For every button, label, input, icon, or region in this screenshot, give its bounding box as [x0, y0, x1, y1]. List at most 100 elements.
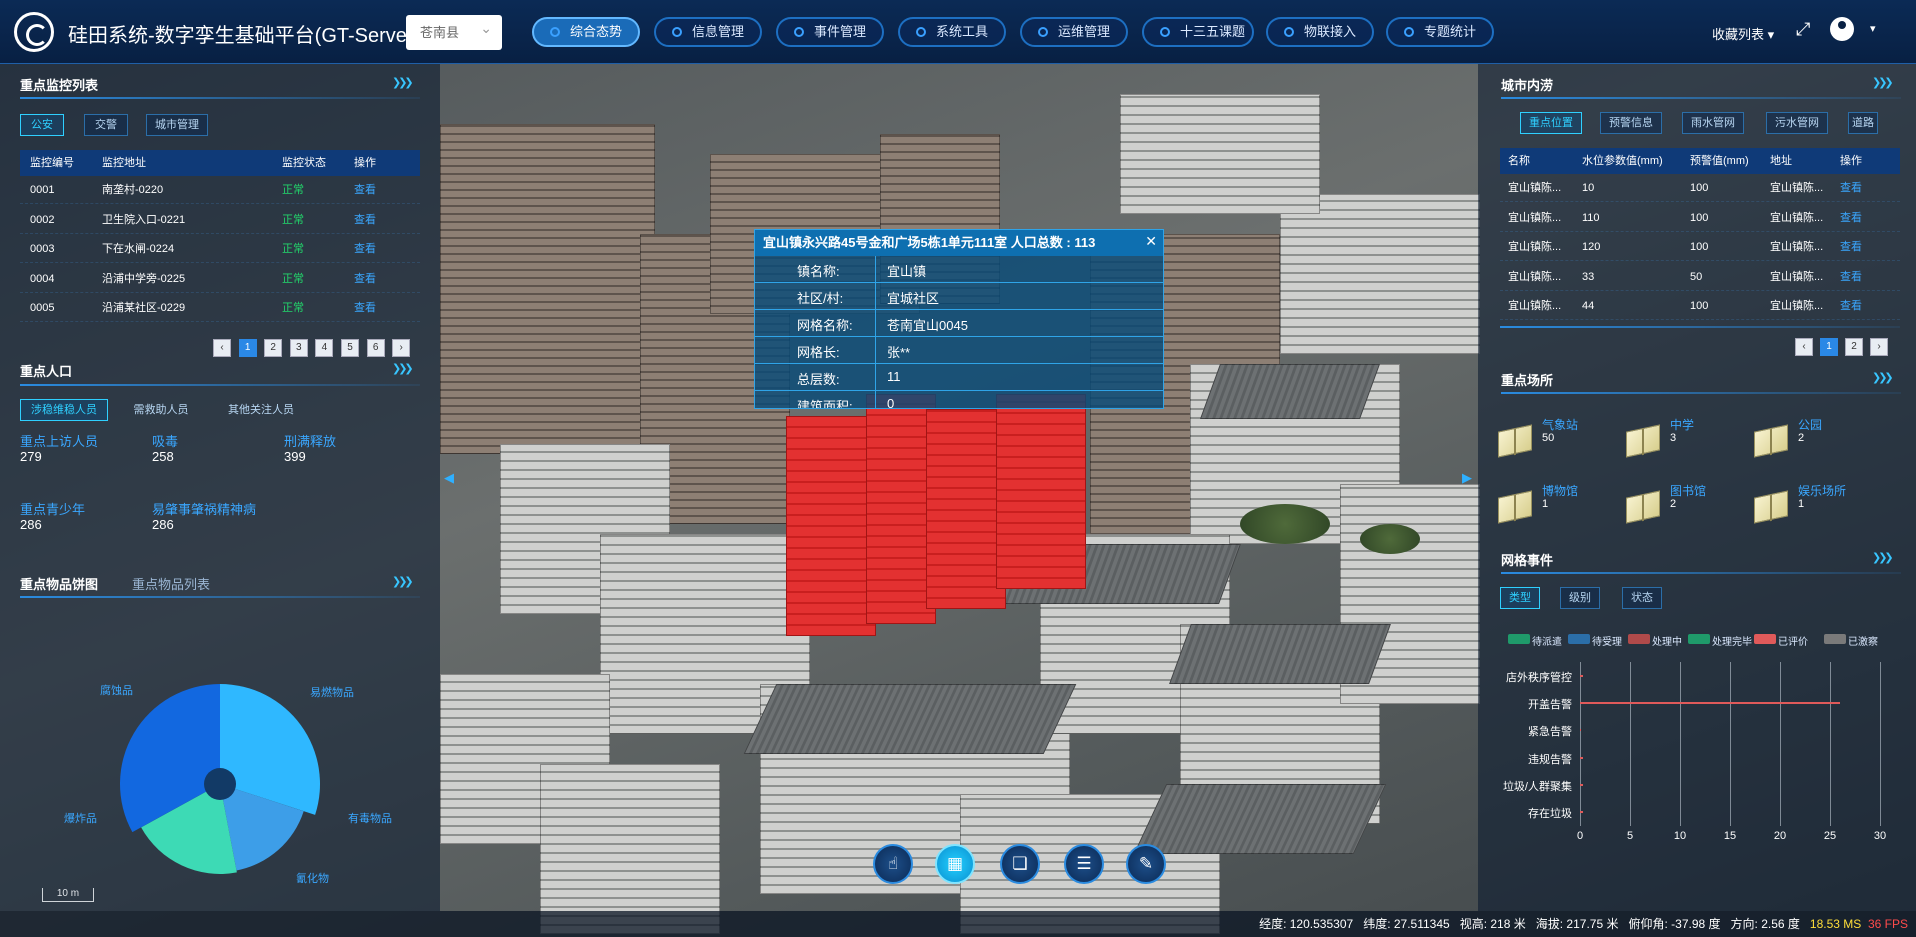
popup-row: 建筑面积: 0	[755, 391, 1163, 408]
place-name[interactable]: 图书馆	[1670, 482, 1706, 499]
tab-rain-pipe[interactable]: 雨水管网	[1682, 112, 1744, 134]
view-link[interactable]: 查看	[1840, 174, 1862, 202]
legend-swatch	[1688, 634, 1710, 644]
close-icon[interactable]: ✕	[1145, 233, 1157, 250]
pie-label: 腐蚀品	[100, 683, 133, 697]
top-bar: 硅田系统-数字孪生基础平台(GT-Server) 苍南县 综合态势 信息管理 事…	[0, 0, 1916, 64]
place-count: 3	[1670, 432, 1677, 444]
highlighted-building[interactable]	[996, 394, 1086, 589]
view-link[interactable]: 查看	[354, 176, 376, 204]
view-link[interactable]: 查看	[354, 235, 376, 263]
place-name[interactable]: 娱乐场所	[1798, 482, 1846, 499]
page-button[interactable]: 4	[315, 339, 334, 357]
page-button[interactable]: ›	[392, 339, 411, 357]
fullscreen-icon[interactable]: ⤢	[1796, 19, 1810, 40]
tab-aid[interactable]: 需救助人员	[126, 399, 196, 421]
nav-event[interactable]: 事件管理	[776, 17, 884, 47]
expand-arrows-icon[interactable]: ❯❯❯	[1872, 76, 1894, 89]
page-button[interactable]: ›	[1870, 338, 1888, 356]
bar[interactable]	[1580, 784, 1583, 786]
nav-stats[interactable]: 专题统计	[1386, 17, 1494, 47]
popup-separator	[875, 391, 876, 408]
list-icon[interactable]: ☰	[1064, 844, 1104, 884]
page-button[interactable]: 5	[341, 339, 359, 357]
place-count: 50	[1542, 432, 1555, 444]
stat-value: 286	[20, 517, 42, 532]
tab-other[interactable]: 其他关注人员	[216, 399, 306, 421]
nav-research[interactable]: 十三五课题	[1142, 17, 1254, 47]
view-link[interactable]: 查看	[1840, 292, 1862, 320]
collapse-right-icon[interactable]: ▶	[1462, 470, 1472, 486]
highlighted-building[interactable]	[786, 416, 876, 636]
expand-arrows-icon[interactable]: ❯❯❯	[1872, 371, 1894, 384]
bar[interactable]	[1580, 756, 1583, 759]
favorites-menu[interactable]: 收藏列表 ▾	[1712, 24, 1774, 43]
county-select[interactable]: 苍南县	[406, 11, 502, 50]
tab-key-location[interactable]: 重点位置	[1520, 112, 1582, 134]
tab-road[interactable]: 道路	[1848, 112, 1878, 134]
hand-icon[interactable]: ☝	[873, 844, 913, 884]
nav-situation[interactable]: 综合态势	[532, 17, 640, 47]
legend-swatch	[1754, 634, 1776, 644]
view-link[interactable]: 查看	[354, 206, 376, 234]
brush-icon[interactable]: ✎	[1126, 844, 1166, 884]
expand-arrows-icon[interactable]: ❯❯❯	[392, 76, 414, 89]
page-button[interactable]: 1	[238, 339, 257, 357]
expand-arrows-icon[interactable]: ❯❯❯	[392, 362, 414, 375]
page-button[interactable]: 6	[366, 339, 385, 357]
view-link[interactable]: 查看	[1840, 204, 1862, 232]
book-icon	[1498, 424, 1532, 458]
view-link[interactable]: 查看	[354, 294, 376, 322]
expand-arrows-icon[interactable]: ❯❯❯	[1872, 551, 1894, 564]
place-name[interactable]: 气象站	[1542, 416, 1578, 433]
page-button[interactable]: 2	[264, 339, 283, 357]
layers-icon[interactable]: ❏	[1000, 844, 1040, 884]
section-divider	[20, 384, 420, 386]
user-icon[interactable]	[1830, 17, 1854, 41]
place-name[interactable]: 中学	[1670, 416, 1694, 433]
view-link[interactable]: 查看	[354, 265, 376, 293]
nav-iot[interactable]: 物联接入	[1266, 17, 1374, 47]
place-name[interactable]: 公园	[1798, 416, 1822, 433]
table-cell: 宜山镇陈...	[1770, 182, 1824, 194]
table-cell: 44	[1582, 300, 1595, 313]
nav-dot-icon	[1284, 27, 1294, 37]
bar[interactable]	[1580, 674, 1583, 677]
tab-goods-list[interactable]: 重点物品列表	[132, 574, 210, 593]
section-divider	[1501, 572, 1901, 574]
table-cell: 宜山镇陈...	[1508, 300, 1562, 313]
tab-city[interactable]: 城市管理	[146, 114, 208, 136]
tab-sewage[interactable]: 污水管网	[1766, 112, 1828, 134]
expand-arrows-icon[interactable]: ❯❯❯	[392, 575, 414, 588]
view-link[interactable]: 查看	[1840, 263, 1862, 291]
tab-police[interactable]: 公安	[20, 114, 64, 136]
chevron-down-icon[interactable]: ▾	[1870, 22, 1876, 35]
bar[interactable]	[1580, 702, 1840, 704]
section-divider	[1501, 97, 1901, 99]
page-button[interactable]: 1	[1820, 338, 1838, 356]
y-tick-label: 存在垃圾	[1528, 808, 1572, 821]
tab-goods-pie[interactable]: 重点物品饼图	[20, 574, 98, 593]
tab-warning[interactable]: 预警信息	[1600, 112, 1662, 134]
view-link[interactable]: 查看	[1840, 233, 1862, 261]
page-button[interactable]: ‹	[1795, 338, 1813, 356]
nav-info[interactable]: 信息管理	[654, 17, 762, 47]
y-tick-label: 店外秩序管控	[1506, 671, 1572, 684]
bar[interactable]	[1580, 729, 1581, 732]
page-button[interactable]: 2	[1845, 338, 1863, 356]
nav-ops[interactable]: 运维管理	[1020, 17, 1128, 47]
tab-status[interactable]: 状态	[1622, 587, 1662, 609]
tab-level[interactable]: 级别	[1560, 587, 1600, 609]
table-cell: 0005	[30, 302, 55, 315]
building-icon[interactable]: ▦	[935, 844, 975, 884]
highlighted-building[interactable]	[926, 409, 1006, 609]
page-button[interactable]: 3	[289, 339, 308, 357]
bar[interactable]	[1580, 811, 1583, 814]
place-name[interactable]: 博物馆	[1542, 482, 1578, 499]
tab-stability[interactable]: 涉稳维稳人员	[20, 399, 108, 421]
tab-type[interactable]: 类型	[1500, 587, 1540, 609]
nav-tools[interactable]: 系统工具	[898, 17, 1006, 47]
collapse-left-icon[interactable]: ◀	[444, 470, 454, 486]
tab-traffic[interactable]: 交警	[84, 114, 128, 136]
page-button[interactable]: ‹	[213, 339, 231, 357]
